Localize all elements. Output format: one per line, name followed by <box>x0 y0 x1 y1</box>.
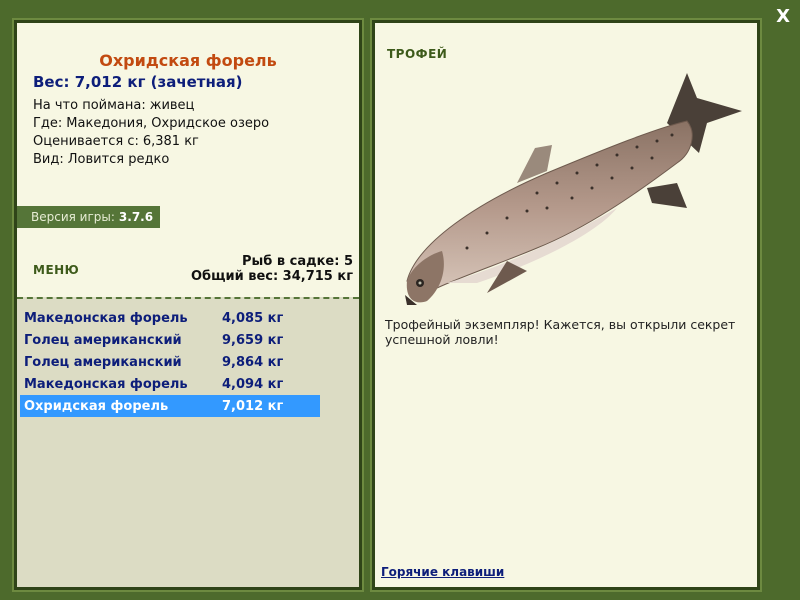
info-value: 6,381 кг <box>142 134 199 149</box>
catch-row[interactable]: Македонская форель 4,094 кг <box>20 373 320 395</box>
fish-weight: Вес: 7,012 кг (зачетная) <box>33 73 243 91</box>
catch-row[interactable]: Голец американский 9,659 кг <box>20 329 320 351</box>
cage-total-weight: Общий вес: 34,715 кг <box>190 269 353 284</box>
catch-weight: 4,085 кг <box>222 310 284 326</box>
catch-weight: 7,012 кг <box>222 398 284 414</box>
trophy-text: Трофейный экземпляр! Кажется, вы открыли… <box>385 317 736 347</box>
info-label: На что поймана: <box>33 98 146 113</box>
version-number: 3.7.6 <box>118 210 154 224</box>
catch-row[interactable]: Голец американский 9,864 кг <box>20 351 320 373</box>
info-threshold: Оценивается с: 6,381 кг <box>33 133 269 151</box>
info-value: Македония, Охридское озеро <box>66 116 270 131</box>
close-button[interactable]: X <box>776 6 790 27</box>
catch-name: Голец американский <box>24 354 182 370</box>
version-bar: Версия игры: 3.7.6 <box>17 206 160 228</box>
version-label: Версия игры: <box>31 210 115 224</box>
catch-weight: 9,864 кг <box>222 354 284 370</box>
catch-weight: 4,094 кг <box>222 376 284 392</box>
cage-count: Рыб в садке: 5 <box>241 254 353 269</box>
info-rarity: Вид: Ловится редко <box>33 151 269 169</box>
fish-title: Охридская форель <box>99 51 277 70</box>
hotkeys-link[interactable]: Горячие клавиши <box>381 565 504 579</box>
catch-name: Голец американский <box>24 332 182 348</box>
info-label: Вид: <box>33 152 64 167</box>
info-location: Где: Македония, Охридское озеро <box>33 115 269 133</box>
info-bait: На что поймана: живец <box>33 97 269 115</box>
catch-name: Охридская форель <box>24 398 169 414</box>
catch-weight: 9,659 кг <box>222 332 284 348</box>
cage-info: Рыб в садке: 5 Общий вес: 34,715 кг <box>191 254 353 284</box>
fish-details-panel: Охридская форель Вес: 7,012 кг (зачетная… <box>12 18 364 592</box>
info-label: Оценивается с: <box>33 134 139 149</box>
catch-row[interactable]: Македонская форель 4,085 кг <box>20 307 320 329</box>
menu-button[interactable]: МЕНЮ <box>33 263 79 277</box>
catch-row-selected[interactable]: Охридская форель 7,012 кг <box>20 395 320 417</box>
info-value: живец <box>149 98 195 113</box>
catch-list: Македонская форель 4,085 кг Голец америк… <box>17 297 359 587</box>
trophy-panel: ТРОФЕЙ Трофейный экземпляр! Кажется, вы … <box>370 18 762 592</box>
catch-name: Македонская форель <box>24 310 188 326</box>
fish-info: На что поймана: живец Где: Македония, Охри… <box>33 97 269 169</box>
catch-name: Македонская форель <box>24 376 188 392</box>
info-label: Где: <box>33 116 63 131</box>
trout-image <box>405 73 742 305</box>
info-value: Ловится редко <box>67 152 170 167</box>
